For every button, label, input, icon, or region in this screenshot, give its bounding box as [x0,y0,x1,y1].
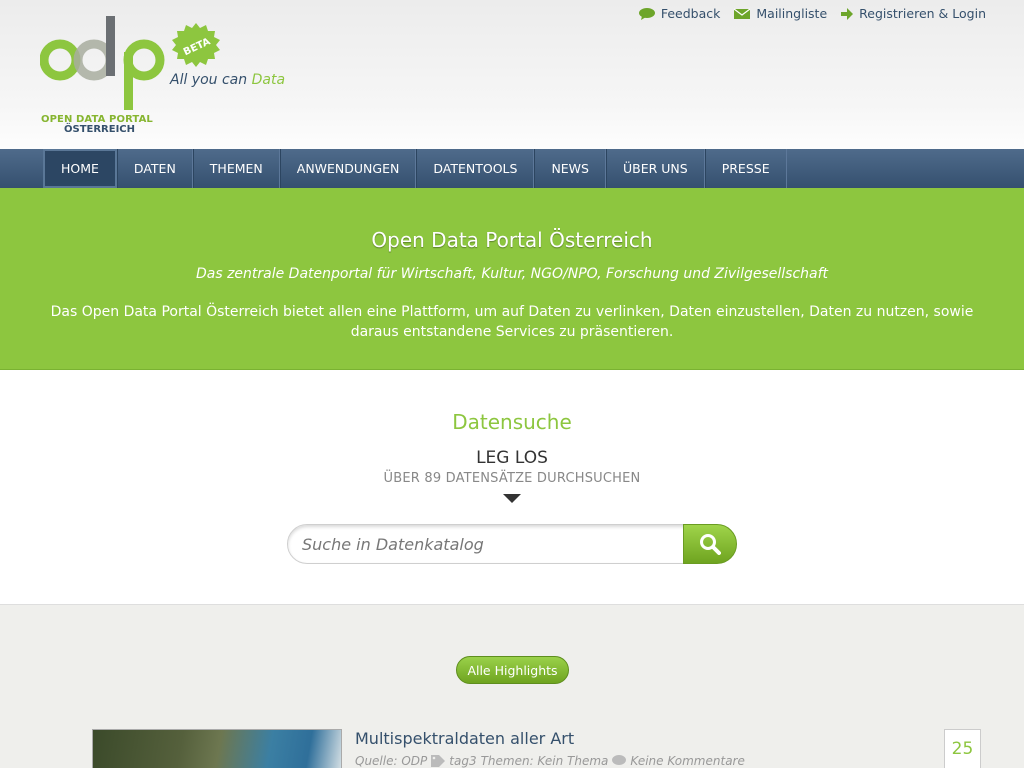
search-button[interactable] [683,524,737,564]
envelope-icon [734,8,751,19]
search-input[interactable] [287,524,687,564]
search-heading: Datensuche [452,410,572,434]
post-title[interactable]: Multispektraldaten aller Art [355,729,574,748]
nav-item-themen[interactable]: THEMEN [192,149,280,188]
nav-item-datentools[interactable]: DATENTOOLS [416,149,535,188]
register-login-label: Registrieren & Login [859,6,986,21]
intro-description: Das Open Data Portal Österreich bietet a… [50,304,974,340]
dataset-count: ÜBER 89 DATENSÄTZE DURCHSUCHEN [383,471,641,486]
main-navigation: HOME DATEN THEMEN ANWENDUNGEN DATENTOOLS… [0,149,1024,188]
top-links: Feedback Mailingliste Registrieren & Log… [638,6,986,21]
search-box [287,524,737,564]
nav-item-anwendungen[interactable]: ANWENDUNGEN [279,149,417,188]
all-highlights-button[interactable]: Alle Highlights [456,656,569,684]
beta-badge: BETA [172,23,220,67]
post-comments[interactable]: Keine Kommentare [630,754,745,768]
tagline-accent: Data [251,72,286,88]
mailinglist-link[interactable]: Mailingliste [734,6,827,21]
nav-item-home[interactable]: HOME [43,149,117,188]
speech-bubble-icon [638,7,655,20]
magnifier-icon [700,534,721,555]
search-cta: LEG LOS [476,448,548,468]
post-source[interactable]: Quelle: ODP [355,754,427,768]
post-meta: Quelle: ODP tag3 Themen: Kein Thema Kein… [355,754,745,768]
nav-item-news[interactable]: NEWS [534,149,606,188]
comment-icon [612,755,627,765]
intro-subtitle: Das zentrale Datenportal für Wirtschaft,… [195,266,829,282]
site-header: OPEN DATA PORTAL ÖSTERREICH BETA All you… [0,0,1024,149]
intro-banner: Open Data Portal Österreich Das zentrale… [0,188,1024,370]
highlights-section: Alle Highlights Multispektraldaten aller… [0,605,1024,768]
nav-item-ueber-uns[interactable]: ÜBER UNS [605,149,705,188]
feedback-label: Feedback [660,6,721,21]
post-themes[interactable]: Themen: Kein Thema [481,754,609,768]
nav-item-daten[interactable]: DATEN [116,149,193,188]
post-thumbnail[interactable] [92,729,342,768]
tag-icon [431,755,446,767]
dataset-search-section: Datensuche LEG LOS ÜBER 89 DATENSÄTZE DU… [0,370,1024,605]
post-date: 25 [944,729,981,768]
register-login-link[interactable]: Registrieren & Login [841,6,986,21]
intro-title: Open Data Portal Österreich [371,228,653,252]
arrow-right-icon [841,7,854,20]
nav-item-presse[interactable]: PRESSE [704,149,787,188]
feedback-link[interactable]: Feedback [638,6,721,21]
logo-text-secondary: ÖSTERREICH [64,124,136,135]
arrow-down-icon [503,494,521,503]
tagline-prefix: All you can [170,72,248,88]
tagline: All you can Data [170,72,285,88]
post-tags[interactable]: tag3 [449,754,476,768]
mailinglist-label: Mailingliste [756,6,828,21]
